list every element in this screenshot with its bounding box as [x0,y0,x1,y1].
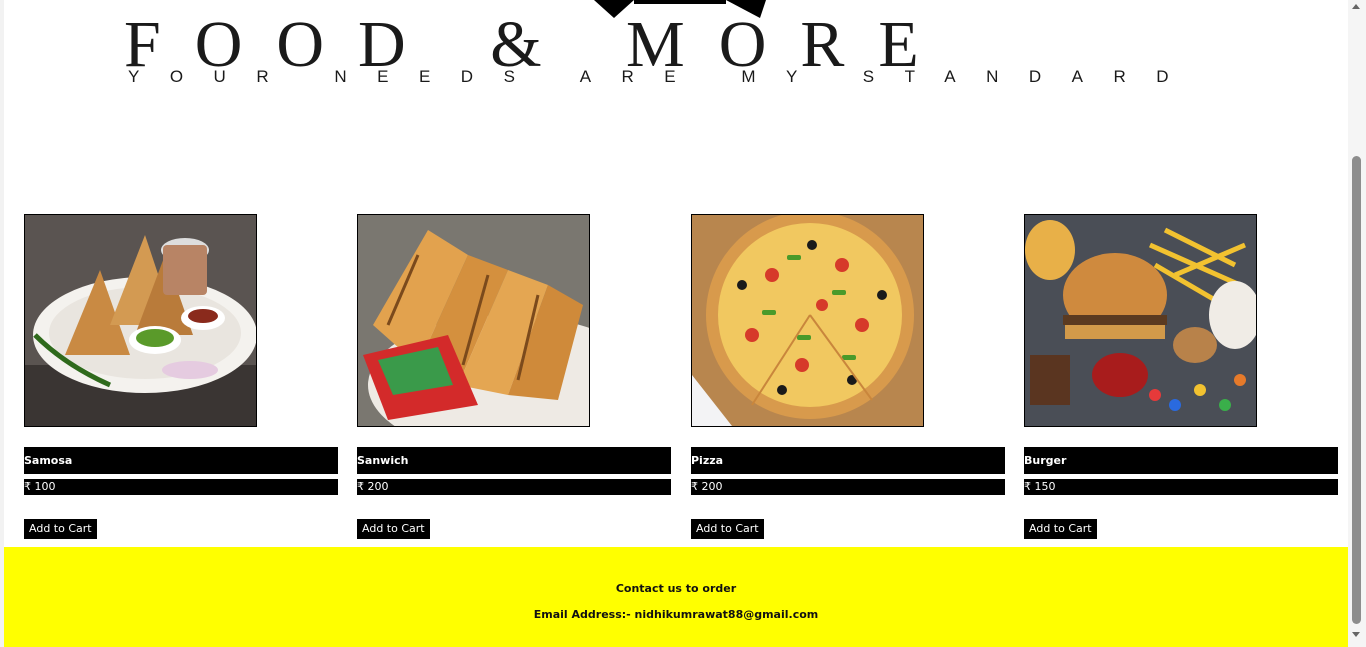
footer-email: Email Address:- nidhikumrawat88@gmail.co… [533,608,819,621]
add-to-cart-button[interactable]: Add to Cart [1024,519,1097,539]
product-name: Pizza [691,447,1005,474]
product-price: ₹ 150 [1024,479,1338,495]
scroll-up-icon[interactable] [1352,4,1360,9]
sanwich-image [357,214,590,427]
burger-image [1024,214,1257,427]
product-card-pizza: Pizza ₹ 200 Add to Cart [691,214,1005,539]
page: FOOD & MORE YOUR NEEDS ARE MY STANDARD S… [4,0,1348,647]
product-price: ₹ 200 [691,479,1005,495]
product-name: Samosa [24,447,338,474]
footer-title: Contact us to order [615,582,737,595]
product-name: Sanwich [357,447,671,474]
product-card-burger: Burger ₹ 150 Add to Cart [1024,214,1338,539]
scroll-down-icon[interactable] [1352,632,1360,637]
add-to-cart-button[interactable]: Add to Cart [24,519,97,539]
product-price: ₹ 100 [24,479,338,495]
footer: Contact us to order Email Address:- nidh… [4,547,1348,647]
scrollbar[interactable] [1348,0,1366,647]
pizza-image [691,214,924,427]
product-card-samosa: Samosa ₹ 100 Add to Cart [24,214,338,539]
brand-tagline: YOUR NEEDS ARE MY STANDARD [128,67,1200,86]
add-to-cart-button[interactable]: Add to Cart [357,519,430,539]
samosa-image [24,214,257,427]
scroll-thumb[interactable] [1352,156,1361,624]
product-card-sanwich: Sanwich ₹ 200 Add to Cart [357,214,671,539]
product-price: ₹ 200 [357,479,671,495]
add-to-cart-button[interactable]: Add to Cart [691,519,764,539]
product-name: Burger [1024,447,1338,474]
